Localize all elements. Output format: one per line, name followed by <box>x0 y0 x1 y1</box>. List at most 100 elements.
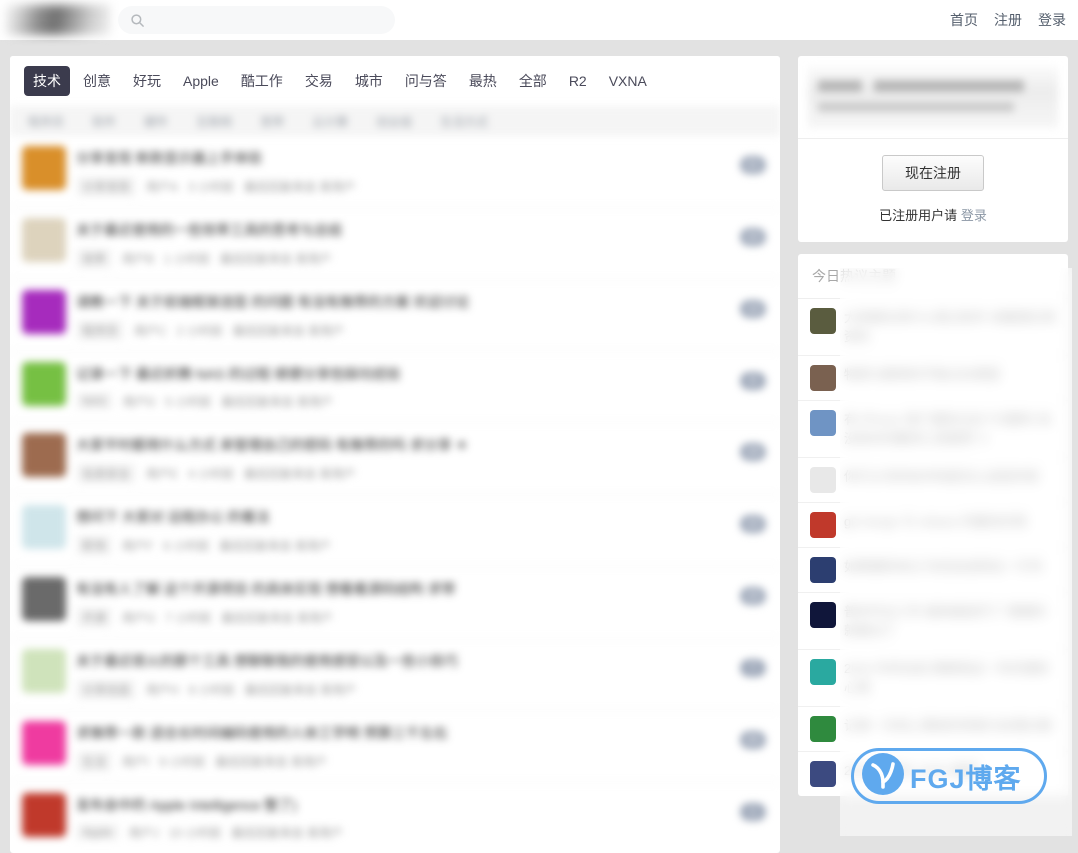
topic-meta: 分享创造 用户H 8 小时前 最后回复来自 某用户 <box>76 679 768 700</box>
reply-count-badge[interactable]: 20 <box>739 731 766 749</box>
hot-topic-item[interactable]: 物质与精神的平衡点在哪里 <box>798 356 1068 401</box>
avatar[interactable] <box>22 577 66 621</box>
topic-title[interactable]: 求推荐一款 适合长时间编码使用的人体工学椅 预算三千左右 <box>76 723 768 743</box>
avatar[interactable] <box>22 433 66 477</box>
hot-topic-item[interactable]: 有 iPhone 用户遇到过这个问题吗 有没有好的翻译工具推荐 ☀ <box>798 401 1068 458</box>
search-box[interactable] <box>118 6 395 34</box>
nav-home[interactable]: 首页 <box>950 10 978 30</box>
hot-topic-title[interactable]: 大家都在用什么笔记软件 来整理日常资料 <box>844 308 1056 346</box>
nav-links: 首页 注册 登录 <box>950 0 1066 40</box>
avatar[interactable] <box>22 146 66 190</box>
topic-author: 用户D <box>122 394 156 409</box>
hot-topic-title[interactable]: 2024 年终总结 聊聊我这一年的理财心得 <box>844 659 1056 697</box>
promo-body: 现在注册 已注册用户请 登录 <box>798 138 1068 242</box>
topic-row[interactable]: 分享发现 新款显示器上手体验 分享发现 用户A 3 小时前 最后回复来自 某用户 21 <box>10 136 780 207</box>
hot-topic-title[interactable]: 有 iPhone 用户遇到过这个问题吗 有没有好的翻译工具推荐 ☀ <box>844 410 1056 448</box>
subtab-2[interactable]: 硬件 <box>144 113 168 130</box>
search-input[interactable] <box>145 12 395 28</box>
topic-title[interactable]: 分享发现 新款显示器上手体验 <box>76 148 768 168</box>
hot-topic-title[interactable]: 你们公司的技术栈是怎么选型的呢 <box>844 467 1039 486</box>
hot-topic-item[interactable]: 如果重新来过 你还会选择这一行吗 <box>798 548 1068 593</box>
tab-7[interactable]: 问与答 <box>396 66 456 96</box>
tab-10[interactable]: R2 <box>560 68 596 94</box>
hot-topic-item[interactable]: git merge 与 rebase 的最佳实践 <box>798 503 1068 548</box>
subtab-4[interactable]: 宽带 <box>260 113 284 130</box>
hot-topic-item[interactable]: 普本毕业三年 越来越迷茫了 慢慢的就看淡了 <box>798 593 1068 650</box>
subtab-3[interactable]: 互联网 <box>196 113 232 130</box>
reply-count-badge[interactable]: 1 <box>740 803 766 821</box>
tab-8[interactable]: 最热 <box>460 66 506 96</box>
hot-topic-avatar <box>810 557 836 583</box>
topic-row[interactable]: 请教一下 关于前端框架选型 的问题 有没有推荐的方案 欢迎讨论 程序员 用户C 2 小… <box>10 279 780 351</box>
subtab-1[interactable]: 软件 <box>92 113 116 130</box>
hot-topic-title[interactable]: git merge 与 rebase 的最佳实践 <box>844 512 1027 531</box>
subtab-0[interactable]: 程序员 <box>28 113 64 130</box>
topic-row[interactable]: 求推荐一款 适合长时间编码使用的人体工学椅 预算三千左右 生活 用户I 9 小时前 最后… <box>10 710 780 782</box>
topic-title[interactable]: 关于最近使用的一些效率工具的思考与总结 <box>76 220 768 240</box>
reply-count-badge[interactable]: 21 <box>739 156 766 174</box>
nav-login[interactable]: 登录 <box>1038 10 1066 30</box>
tab-2[interactable]: 好玩 <box>124 66 170 96</box>
topic-row[interactable]: 关于最近使用的一些效率工具的思考与总结 效率 用户B 1 小时前 最后回复来自 某用户 1… <box>10 207 780 279</box>
site-logo[interactable] <box>6 5 110 35</box>
topic-title[interactable]: 想问下 大家对 远程办公 的看法 <box>76 507 768 527</box>
hot-topic-item[interactable]: 大家都在用什么笔记软件 来整理日常资料 <box>798 299 1068 356</box>
topic-title[interactable]: 关于最近很火的那个工具 想聊聊我的使用感受以及一些小技巧 <box>76 651 768 671</box>
tab-1[interactable]: 创意 <box>74 66 120 96</box>
subtab-5[interactable]: 云计算 <box>312 113 348 130</box>
topic-last-reply: 最后回复来自 某用户 <box>232 324 345 338</box>
subtab-7[interactable]: 生活方式 <box>440 113 488 130</box>
avatar[interactable] <box>22 721 66 765</box>
hot-topic-title[interactable]: 普本毕业三年 越来越迷茫了 慢慢的就看淡了 <box>844 602 1056 640</box>
avatar[interactable] <box>22 218 66 262</box>
page-body: 技术 创意 好玩 Apple 酷工作 交易 城市 问与答 最热 全部 R2 VXNA 程序员 软件 硬件 互… <box>0 56 1078 853</box>
tab-0[interactable]: 技术 <box>24 66 70 96</box>
reply-count-badge[interactable]: 8 <box>740 372 766 390</box>
tab-3[interactable]: Apple <box>174 68 228 94</box>
tab-11[interactable]: VXNA <box>600 68 656 94</box>
topic-row[interactable]: 记录一下 最近折腾 NAS 的过程 顺便分享些踩坑经验 NAS 用户D 5 小时前 最后… <box>10 351 780 422</box>
topic-title[interactable]: 记录一下 最近折腾 NAS 的过程 顺便分享些踩坑经验 <box>76 364 768 384</box>
tab-5[interactable]: 交易 <box>296 66 342 96</box>
reply-count-badge[interactable]: 10 <box>739 228 766 246</box>
hot-topic-avatar <box>810 716 836 742</box>
topic-title[interactable]: 请教一下 关于前端框架选型 的问题 有没有推荐的方案 欢迎讨论 <box>76 292 768 312</box>
tab-6[interactable]: 城市 <box>346 66 392 96</box>
hot-topic-title[interactable]: 记录一次线上事故的排查与处理过程 <box>844 716 1052 735</box>
avatar[interactable] <box>22 505 66 549</box>
topic-row[interactable]: 关于最近很火的那个工具 想聊聊我的使用感受以及一些小技巧 分享创造 用户H 8 小时前… <box>10 638 780 710</box>
topic-title[interactable]: 有没有人了解 这个开源项目 的具体实现 想看看源码结构 求带 <box>76 579 768 599</box>
hot-topic-item[interactable]: 你们公司的技术栈是怎么选型的呢 <box>798 458 1068 503</box>
hot-topic-avatar <box>810 512 836 538</box>
topic-row[interactable]: 发布会中的 Apple Intelligence 整了) Apple 用户J 10 小… <box>10 782 780 853</box>
topic-title[interactable]: 大家平时都用什么方式 来管理自己的密码 有推荐的吗 求分享 ☀ <box>76 435 768 455</box>
reply-count-badge[interactable]: 13 <box>739 300 766 318</box>
avatar[interactable] <box>22 362 66 406</box>
hot-topic-title[interactable]: 物质与精神的平衡点在哪里 <box>844 365 1000 384</box>
topic-meta: 开源 用户G 7 小时前 最后回复来自 某用户 <box>76 607 768 628</box>
avatar[interactable] <box>22 290 66 334</box>
topic-row[interactable]: 有没有人了解 这个开源项目 的具体实现 想看看源码结构 求带 开源 用户G 7 小时前… <box>10 566 780 638</box>
topic-row[interactable]: 大家平时都用什么方式 来管理自己的密码 有推荐的吗 求分享 ☀ 信息安全 用户E 4 … <box>10 422 780 494</box>
register-now-button[interactable]: 现在注册 <box>882 155 984 191</box>
tab-9[interactable]: 全部 <box>510 66 556 96</box>
topic-last-reply: 最后回复来自 某用户 <box>215 755 327 769</box>
hot-topic-item[interactable]: 2024 年终总结 聊聊我这一年的理财心得 <box>798 650 1068 707</box>
reply-count-badge[interactable]: 19 <box>739 443 766 461</box>
nav-register[interactable]: 注册 <box>994 10 1022 30</box>
reply-count-badge[interactable]: 7 <box>740 659 766 677</box>
topic-author: 用户A <box>146 180 179 194</box>
avatar[interactable] <box>22 649 66 693</box>
tab-4[interactable]: 酷工作 <box>232 66 292 96</box>
avatar[interactable] <box>22 793 66 837</box>
topic-time: 9 小时前 <box>159 755 206 769</box>
reply-count-badge[interactable]: 10 <box>739 515 766 533</box>
reply-count-badge[interactable]: 15 <box>739 587 766 605</box>
hot-topic-title[interactable]: 如果重新来过 你还会选择这一行吗 <box>844 557 1043 576</box>
topic-time: 4 小时前 <box>188 467 235 481</box>
subtab-6[interactable]: 创业组 <box>376 113 412 130</box>
hot-topic-item[interactable]: 记录一次线上事故的排查与处理过程 <box>798 707 1068 752</box>
topic-title[interactable]: 发布会中的 Apple Intelligence 整了) <box>76 795 768 815</box>
topic-row[interactable]: 想问下 大家对 远程办公 的看法 职场 用户F 6 小时前 最后回复来自 某用户 10 <box>10 494 780 566</box>
sidebar-login-link[interactable]: 登录 <box>961 208 987 223</box>
